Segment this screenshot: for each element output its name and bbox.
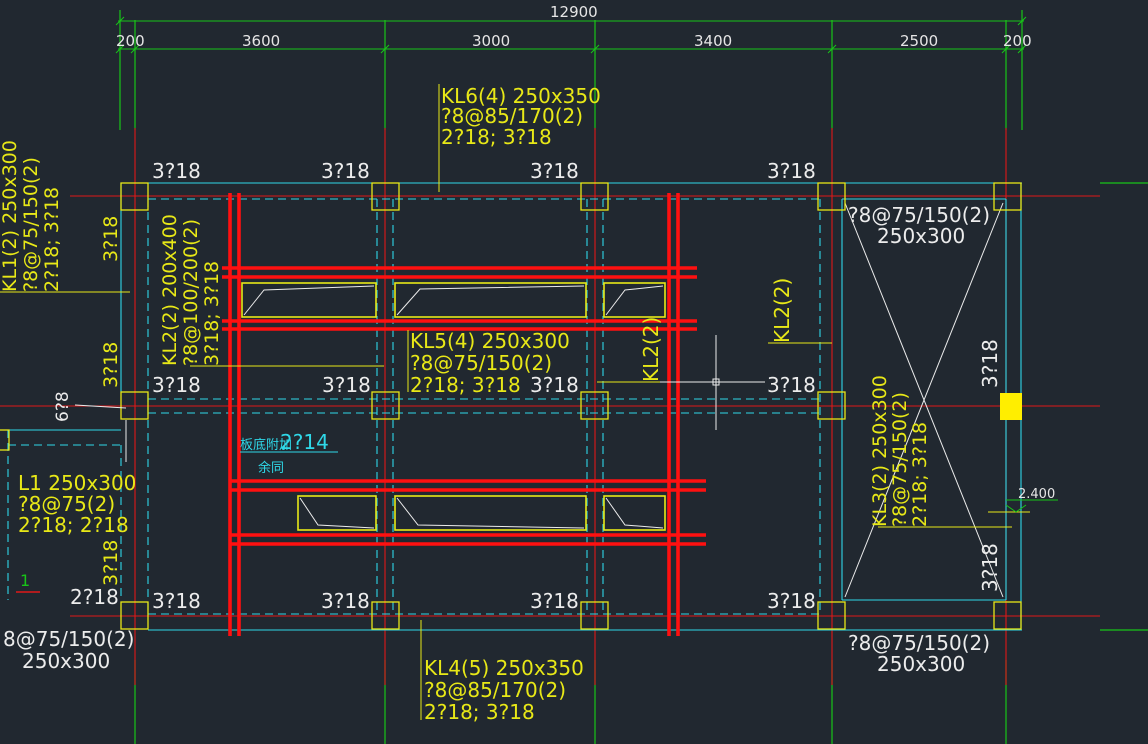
cad-drawing-canvas[interactable]: 12900 200 3600 3000 3400 2500 200 KL6(4)… — [0, 0, 1148, 744]
col-rebar-label: 3?18 — [321, 589, 370, 613]
bottom-left-stirrup: 8@75/150(2) — [3, 627, 134, 651]
col-rebar-label: 3?18 — [152, 589, 201, 613]
bottom-right-size: 250x300 — [877, 652, 965, 676]
kl3-rebar: 2?18; 3?18 — [909, 422, 931, 527]
dim-span-2: 3600 — [242, 32, 280, 50]
kl3-label: KL3(2) 250x300 ?8@75/150(2) 2?18; 3?18 — [869, 375, 931, 527]
svg-text:3?18: 3?18 — [978, 543, 1002, 592]
col-rebar-label: 3?18 — [322, 373, 371, 397]
kl4-name: KL4(5) 250x350 — [424, 656, 584, 680]
col-rebar-label: 3?18 — [767, 373, 816, 397]
slab-note-sub: 余同 — [258, 460, 284, 476]
svg-text:3?18: 3?18 — [100, 342, 122, 388]
col-rebar-label-2: 2?18 — [70, 585, 119, 609]
col-rebar-label: 3?18 — [767, 159, 816, 183]
kl2-mid-name: KL2(2) — [639, 317, 663, 382]
bottom-left-size: 250x300 — [22, 649, 110, 673]
svg-text:3?18: 3?18 — [978, 339, 1002, 388]
kl2-right-label: KL2(2) — [770, 278, 794, 343]
col-rebar-label: 3?18 — [152, 373, 201, 397]
top-right-size: 250x300 — [877, 224, 965, 248]
kl5-name: KL5(4) 250x300 — [410, 329, 570, 353]
kl6-rebar: 2?18; 3?18 — [441, 125, 552, 149]
kl3-name: KL3(2) 250x300 — [869, 375, 891, 527]
l1-rebar: 2?18; 2?18 — [18, 513, 129, 537]
kl5-rebar: 2?18; 3?18 — [410, 373, 521, 397]
r318-vertical: 3?18 — [978, 543, 1002, 592]
dim-span-4: 3400 — [694, 32, 732, 50]
dim-span-6: 200 — [1003, 32, 1032, 50]
kl2-mid-label: KL2(2) — [639, 317, 663, 382]
kl1-rebar: 2?18; 3?18 — [41, 187, 63, 292]
dim-span-1: 200 — [116, 32, 145, 50]
col-rebar-label: 3?18 — [152, 159, 201, 183]
dim-span-5: 2500 — [900, 32, 938, 50]
kl2-right-name: KL2(2) — [770, 278, 794, 343]
selected-grip[interactable] — [1000, 393, 1022, 420]
col-rebar-label: 3?18 — [530, 159, 579, 183]
kl3-stirrup: ?8@75/150(2) — [889, 392, 911, 527]
kl1-label: KL1(2) 250x300 ?8@75/150(2) 2?18; 3?18 — [0, 140, 63, 292]
kl2-left-stirrup: ?8@100/200(2) — [180, 219, 202, 366]
kl5-stirrup: ?8@75/150(2) — [410, 351, 552, 375]
elevation-value: 2.400 — [1018, 487, 1055, 502]
r318-vertical: 3?18 — [100, 342, 122, 388]
dim-span-3: 3000 — [472, 32, 510, 50]
svg-text:3?18: 3?18 — [100, 216, 122, 262]
col-rebar-label: 3?18 — [321, 159, 370, 183]
col-rebar-label: 3?18 — [530, 373, 579, 397]
col-rebar-label: 3?18 — [530, 589, 579, 613]
svg-text:3?18: 3?18 — [100, 540, 122, 586]
r318-vertical: 3?18 — [978, 339, 1002, 388]
kl4-rebar: 2?18; 3?18 — [424, 700, 535, 724]
kl2-left-name: KL2(2) 200x400 — [159, 214, 181, 366]
kl1-name: KL1(2) 250x300 — [0, 140, 21, 292]
rebar-additional — [222, 193, 706, 636]
col-rebar-label: 3?18 — [767, 589, 816, 613]
kl2-left-rebar: 3?18; 3?18 — [201, 261, 223, 366]
svg-text:6?8: 6?8 — [53, 391, 73, 422]
r318-vertical: 3?18 — [100, 216, 122, 262]
slab-note-value: 2?14 — [280, 430, 329, 454]
kl1-stirrup: ?8@75/150(2) — [20, 157, 42, 292]
kl4-stirrup: ?8@85/170(2) — [424, 678, 566, 702]
dim-total: 12900 — [550, 3, 598, 21]
axis-mark-label: 1 — [20, 571, 30, 590]
r318-vertical: 3?18 — [100, 540, 122, 586]
r68-vertical: 6?8 — [53, 391, 73, 422]
kl2-left-label: KL2(2) 200x400 ?8@100/200(2) 3?18; 3?18 — [159, 214, 223, 366]
